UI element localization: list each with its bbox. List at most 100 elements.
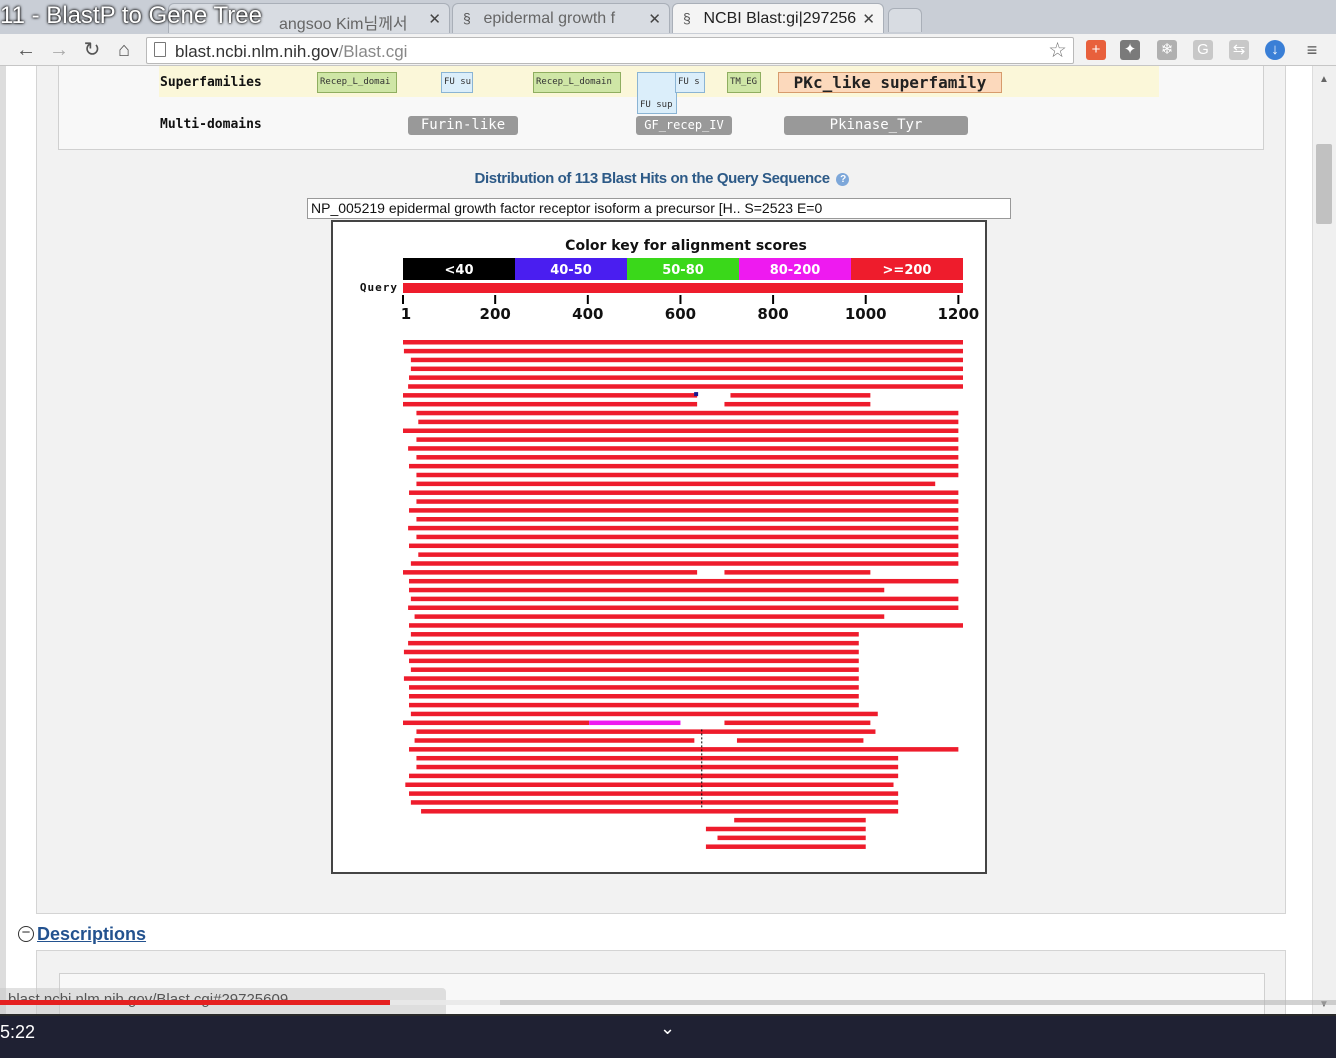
puzzle-extension-icon[interactable]: ✦ xyxy=(1120,40,1140,60)
hit-bar xyxy=(409,543,959,549)
browser-toolbar: ← → ↻ ⌂ blast.ncbi.nlm.nih.gov/Blast.cgi… xyxy=(0,34,1336,66)
tab-strip: angsoo Kim님께서 ✕ § epidermal growth f ✕ §… xyxy=(0,0,1336,34)
gap-marker xyxy=(694,392,699,397)
g-extension-icon[interactable]: G xyxy=(1193,40,1213,60)
hit-distribution-svg: Color key for alignment scores <40 40-50 50… xyxy=(360,238,979,849)
distribution-title-text: Distribution of 113 Blast Hits on the Qu… xyxy=(474,170,831,187)
scroll-up-icon[interactable]: ▲ xyxy=(1319,74,1329,85)
close-icon[interactable]: ✕ xyxy=(648,10,661,28)
snowflake-extension-icon[interactable]: ❄ xyxy=(1157,40,1177,60)
tab-label: epidermal growth f xyxy=(483,10,616,27)
domain-fu-2[interactable]: FU sup xyxy=(637,72,677,114)
hit-bar xyxy=(414,614,885,619)
hit-distribution-graphic: Color key for alignment scores <40 40-50 50… xyxy=(331,220,987,874)
help-icon[interactable]: ? xyxy=(836,172,850,186)
hit-bar xyxy=(416,517,959,522)
hit-bar xyxy=(409,694,859,699)
hit-bar xyxy=(409,623,964,628)
hit-bar xyxy=(408,640,859,646)
color-key-label: 40-50 xyxy=(550,263,592,278)
color-key-label: 80-200 xyxy=(770,263,821,278)
home-icon[interactable]: ⌂ xyxy=(112,38,136,62)
color-key-title: Color key for alignment scores xyxy=(565,238,807,254)
hit-bar xyxy=(409,685,859,690)
chevron-down-icon[interactable]: ⌄ xyxy=(660,1018,675,1039)
hit-bar xyxy=(734,817,866,823)
hit-bar xyxy=(418,419,959,425)
color-key-label: >=200 xyxy=(883,263,932,278)
forward-arrow-icon[interactable]: → xyxy=(47,38,71,62)
hit-bar xyxy=(409,773,899,779)
video-progress-bar[interactable] xyxy=(0,1000,1336,1005)
hit-bar xyxy=(414,738,695,743)
tab-epidermal-growth[interactable]: § epidermal growth f ✕ xyxy=(452,3,670,33)
hit-bar xyxy=(403,401,698,407)
domain-fu-3[interactable]: FU s xyxy=(675,72,705,93)
domain-fu-1[interactable]: FU su xyxy=(441,72,473,93)
sync-extension-icon[interactable]: ⇆ xyxy=(1229,40,1249,60)
hit-bar xyxy=(416,729,876,734)
close-icon[interactable]: ✕ xyxy=(428,10,441,28)
multi-domain-furin-like[interactable]: Furin-like xyxy=(408,116,518,135)
domain-recep-l-2[interactable]: Recep_L_domain xyxy=(533,72,621,93)
hit-bar xyxy=(416,481,936,487)
page-scrollbar[interactable]: ▲ ▼ xyxy=(1312,66,1336,1014)
video-title: 11 - BlastP to Gene Tree xyxy=(0,2,262,29)
address-bar[interactable]: blast.ncbi.nlm.nih.gov/Blast.cgi ☆ xyxy=(146,37,1074,64)
distribution-title: Distribution of 113 Blast Hits on the Qu… xyxy=(6,170,1312,187)
color-key-label: 50-80 xyxy=(662,263,704,278)
hit-bar xyxy=(409,702,859,708)
hit-bar xyxy=(403,348,963,354)
video-played-bar xyxy=(0,1000,391,1005)
hit-bar xyxy=(409,791,899,796)
hit-bar xyxy=(589,720,681,726)
bookmark-star-icon[interactable]: ☆ xyxy=(1048,38,1067,63)
axis-tick-label: 1 xyxy=(401,305,411,323)
axis-tick-label: 400 xyxy=(572,305,603,323)
hit-bar xyxy=(416,755,899,761)
url-path: /Blast.cgi xyxy=(338,42,408,61)
back-arrow-icon[interactable]: ← xyxy=(14,38,38,62)
hit-bar xyxy=(409,508,959,513)
close-icon[interactable]: ✕ xyxy=(862,10,875,28)
ncbi-helix-icon: § xyxy=(683,10,691,26)
hit-bar xyxy=(405,782,894,787)
new-tab-button[interactable] xyxy=(888,8,922,32)
hit-bar xyxy=(409,375,964,380)
plus-extension-icon[interactable]: + xyxy=(1086,40,1106,60)
reload-icon[interactable]: ↻ xyxy=(80,38,104,62)
hit-bar xyxy=(410,632,859,637)
selected-hit-field[interactable]: NP_005219 epidermal growth factor recept… xyxy=(307,198,1011,219)
hit-bar xyxy=(724,570,871,575)
hit-bar xyxy=(409,747,959,752)
hit-bar xyxy=(408,525,959,531)
multi-domain-gf-recep-iv[interactable]: GF_recep_IV xyxy=(636,116,732,135)
multi-domains-label: Multi-domains xyxy=(160,117,262,132)
axis-tick-label: 800 xyxy=(757,305,788,323)
hit-bar xyxy=(416,472,959,478)
hit-bar xyxy=(408,605,959,610)
color-key-label: <40 xyxy=(445,263,474,278)
hit-bar xyxy=(403,428,959,433)
hit-bar xyxy=(409,463,959,469)
axis-tick-label: 600 xyxy=(665,305,696,323)
hit-bar xyxy=(416,455,959,460)
domain-pkc-like[interactable]: PKc_like superfamily xyxy=(778,72,1002,93)
hit-bar xyxy=(410,596,959,602)
url-text: blast.ncbi.nlm.nih.gov/Blast.cgi xyxy=(175,42,407,62)
menu-icon[interactable]: ≡ xyxy=(1300,38,1324,62)
page-icon xyxy=(154,42,166,57)
download-extension-icon[interactable]: ↓ xyxy=(1265,40,1285,60)
descriptions-link[interactable]: Descriptions xyxy=(37,924,146,945)
ncbi-helix-icon: § xyxy=(463,10,471,26)
scrollbar-thumb[interactable] xyxy=(1316,144,1332,224)
tab-ncbi-blast[interactable]: § NCBI Blast:gi|297256 ✕ xyxy=(672,3,884,33)
multi-domain-pkinase-tyr[interactable]: Pkinase_Tyr xyxy=(784,116,968,135)
collapse-minus-icon[interactable]: − xyxy=(18,925,34,942)
domain-tm-eg[interactable]: TM_EG xyxy=(727,72,761,93)
hit-bar xyxy=(416,410,959,416)
video-control-bar: 5:22 ⌄ xyxy=(0,1016,1336,1058)
axis-tick-label: 1200 xyxy=(937,305,979,323)
domain-recep-l-1[interactable]: Recep_L_domai xyxy=(317,72,397,93)
hit-bar xyxy=(410,711,878,717)
